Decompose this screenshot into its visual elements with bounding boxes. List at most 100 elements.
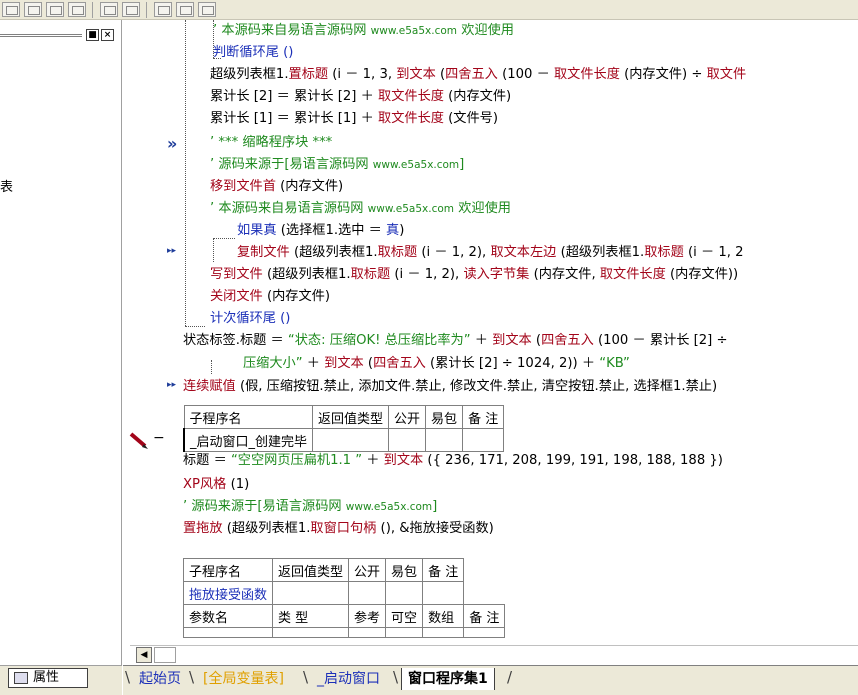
edit-pencil-icon [129, 432, 148, 449]
line-marker-arrow[interactable]: ▸▸ [167, 380, 176, 390]
code-line[interactable]: XP风格 (1) [183, 474, 249, 496]
tab-divider: \ [303, 668, 309, 686]
code-token: 欢迎使用 [454, 201, 511, 216]
code-line[interactable]: ’ 源码来源于[易语言源码网 www.e5a5x.com] [183, 496, 437, 518]
table-cell[interactable]: 易包 [425, 405, 464, 429]
code-line[interactable]: 移到文件首 (内存文件) [210, 176, 343, 198]
code-line[interactable]: 如果真 (选择框1.选中 ＝ 真) [237, 220, 404, 242]
table-cell[interactable] [463, 627, 506, 638]
code-token: (内存文件) [275, 179, 344, 194]
table-cell[interactable] [348, 627, 387, 638]
properties-tab[interactable]: 属性 [8, 668, 88, 688]
code-line[interactable]: 置拖放 (超级列表框1.取窗口句柄 (), &拖放接受函数) [183, 518, 494, 540]
subroutine-table-1: 子程序名 返回值类型 公开 易包备 注 _启动窗口_创建完毕 [183, 405, 505, 452]
table-cell[interactable]: 参考 [348, 604, 387, 628]
tab-start-page[interactable]: 起始页 [133, 668, 187, 690]
collapsed-block-marker[interactable]: » [167, 134, 177, 153]
table-cell[interactable] [348, 581, 387, 605]
code-line[interactable]: ’ 本源码来自易语言源码网 www.e5a5x.com 欢迎使用 [210, 198, 511, 220]
table-cell[interactable]: 公开 [388, 405, 427, 429]
table-cell[interactable] [385, 581, 424, 605]
table-cell[interactable] [312, 428, 390, 452]
scroll-thumb[interactable] [154, 647, 176, 663]
table-cell[interactable] [422, 627, 465, 638]
code-token: “KB” [599, 356, 630, 371]
tab-startup-window[interactable]: _启动窗口 [311, 668, 386, 690]
table-cell[interactable] [183, 627, 274, 638]
collapse-minus-icon[interactable]: − [153, 430, 165, 446]
toolbar-grid-icon[interactable] [2, 2, 20, 17]
code-line[interactable]: 压缩大小” ＋ 到文本 (四舍五入 (累计长 [2] ÷ 1024, 2)) ＋… [243, 353, 630, 375]
table-cell[interactable]: 类 型 [272, 604, 350, 628]
block-guide [185, 20, 186, 326]
table-cell[interactable]: 易包 [385, 558, 424, 582]
code-token: (100 － [497, 67, 554, 82]
table-cell[interactable] [422, 581, 465, 605]
toolbar-hspace-icon[interactable] [100, 2, 118, 17]
table-cell[interactable] [462, 428, 505, 452]
table-cell[interactable]: 返回值类型 [272, 558, 350, 582]
panel-close-button[interactable]: × [101, 29, 114, 41]
tab-global-variables[interactable]: [全局变量表] [197, 668, 290, 690]
code-line[interactable]: ’ *** 缩略程序块 *** [210, 132, 332, 154]
code-token: 判断循环尾 () [213, 45, 294, 60]
code-token: 累计长 [1] ＝ 累计长 [1] ＋ [210, 111, 379, 126]
code-line[interactable]: 状态标签.标题 ＝ “状态: 压缩OK! 总压缩比率为” ＋ 到文本 (四舍五入… [183, 330, 728, 352]
code-token: 四舍五入 [541, 333, 594, 348]
toolbar-vspace-icon[interactable] [122, 2, 140, 17]
table-cell[interactable]: 参数名 [183, 604, 274, 628]
toolbar-split-icon[interactable] [68, 2, 86, 17]
toolbar-layout-icon[interactable] [24, 2, 42, 17]
code-token: 状态标签.标题 ＝ [183, 333, 288, 348]
toolbar-align-icon[interactable] [46, 2, 64, 17]
table-cell[interactable]: 备 注 [462, 405, 505, 429]
subroutine-header-row: 子程序名 返回值类型 公开 易包备 注 [183, 558, 505, 582]
table-cell[interactable] [388, 428, 427, 452]
code-line[interactable]: 连续赋值 (假, 压缩按钮.禁止, 添加文件.禁止, 修改文件.禁止, 清空按钮… [183, 376, 717, 398]
code-token: www.e5a5x.com [345, 501, 433, 513]
code-line[interactable]: 关闭文件 (内存文件) [210, 286, 330, 308]
toolbar-width-icon[interactable] [154, 2, 172, 17]
table-cell[interactable] [425, 428, 464, 452]
code-line[interactable]: 累计长 [1] ＝ 累计长 [1] ＋ 取文件长度 (文件号) [210, 108, 498, 130]
table-cell[interactable]: _启动窗口_创建完毕 [183, 428, 314, 452]
code-token: (超级列表框1. [289, 245, 378, 260]
code-token: ) [399, 223, 405, 238]
code-line[interactable]: 判断循环尾 () [213, 42, 293, 64]
table-cell[interactable]: 备 注 [463, 604, 506, 628]
table-cell[interactable]: 返回值类型 [312, 405, 390, 429]
line-marker-arrow[interactable]: ▸▸ [167, 246, 176, 256]
table-cell[interactable] [272, 581, 350, 605]
toolbar [0, 0, 858, 20]
code-token: 复制文件 [237, 245, 290, 260]
code-line[interactable]: 计次循环尾 () [210, 308, 290, 330]
table-cell[interactable]: 备 注 [422, 558, 465, 582]
subroutine-row[interactable]: 拖放接受函数 [183, 581, 505, 605]
table-cell[interactable]: 数组 [422, 604, 465, 628]
code-line[interactable]: 复制文件 (超级列表框1.取标题 (i － 1, 2), 取文本左边 (超级列表… [237, 242, 744, 264]
subroutine-row[interactable]: _启动窗口_创建完毕 [183, 428, 505, 452]
parameter-row[interactable] [183, 627, 506, 638]
code-token: XP风格 [183, 477, 227, 492]
table-cell[interactable]: 子程序名 [183, 405, 314, 429]
horizontal-scrollbar[interactable]: ◀ [130, 645, 858, 663]
table-cell[interactable] [385, 627, 424, 638]
scroll-left-arrow-icon[interactable]: ◀ [136, 647, 152, 663]
table-cell[interactable]: 子程序名 [183, 558, 274, 582]
table-cell[interactable] [272, 627, 350, 638]
code-line[interactable]: 超级列表框1.置标题 (i － 1, 3, 到文本 (四舍五入 (100 － 取… [210, 64, 746, 86]
panel-maximize-button[interactable]: ■ [86, 29, 99, 41]
tab-window-assembly[interactable]: 窗口程序集1 [401, 668, 495, 690]
code-line[interactable]: 标题 ＝ “空空网页压扁机1.1 ” ＋ 到文本 ({ 236, 171, 20… [183, 450, 723, 472]
code-line[interactable]: 写到文件 (超级列表框1.取标题 (i － 1, 2), 读入字节集 (内存文件… [210, 264, 738, 286]
toolbar-height-icon[interactable] [176, 2, 194, 17]
table-cell[interactable]: 可空 [385, 604, 424, 628]
table-cell[interactable]: 公开 [348, 558, 387, 582]
parameter-header-row: 参数名类 型参考 可空 数组备 注 [183, 604, 506, 628]
code-line[interactable]: 累计长 [2] ＝ 累计长 [2] ＋ 取文件长度 (内存文件) [210, 86, 511, 108]
code-line[interactable]: ’ 本源码来自易语言源码网 www.e5a5x.com 欢迎使用 [213, 20, 514, 42]
code-editor[interactable]: ’ 本源码来自易语言源码网 www.e5a5x.com 欢迎使用 判断循环尾 ()… [183, 20, 858, 645]
table-cell[interactable]: 拖放接受函数 [183, 581, 274, 605]
code-line[interactable]: ’ 源码来源于[易语言源码网 www.e5a5x.com] [210, 154, 464, 176]
toolbar-size-icon[interactable] [198, 2, 216, 17]
